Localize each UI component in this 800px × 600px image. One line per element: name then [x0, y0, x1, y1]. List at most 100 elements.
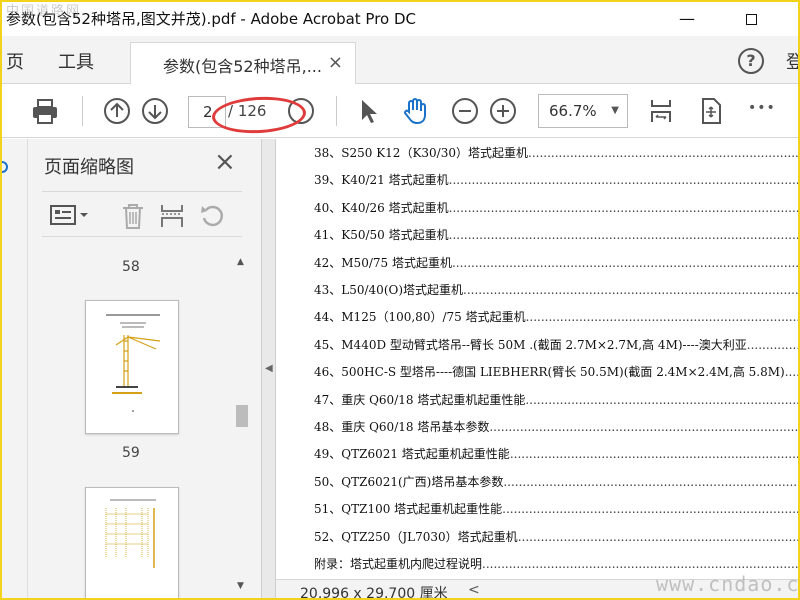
toc-leader: ........................................…	[448, 200, 798, 215]
scroll-down-icon[interactable]: ▼	[237, 581, 244, 591]
toc-entry-text: 38、S250 K12（K30/30）塔式起重机	[314, 146, 528, 160]
toc-leader: ........................................…	[451, 255, 798, 270]
document-view[interactable]: 38、S250 K12（K30/30）塔式起重机................…	[276, 139, 798, 579]
toc-leader: ........................................…	[525, 392, 798, 407]
print-icon[interactable]	[30, 96, 60, 126]
maximize-button[interactable]	[728, 6, 774, 32]
hand-tool-icon[interactable]	[400, 96, 430, 126]
select-arrow-icon[interactable]	[354, 96, 384, 126]
more-options-button[interactable]: •••	[748, 100, 776, 116]
toc-entry-text: 50、QTZ6021(广西)塔吊基本参数	[314, 474, 504, 489]
nav-icon[interactable]	[2, 161, 8, 173]
fit-page-icon[interactable]	[696, 96, 726, 126]
scrollbar-thumb[interactable]	[236, 405, 248, 427]
panel-collapse-bar[interactable]: ◀	[262, 139, 276, 598]
thumbnail-label: 59	[122, 445, 140, 461]
toc-entry[interactable]: 50、QTZ6021(广西)塔吊基本参数....................…	[314, 473, 798, 490]
page-down-icon[interactable]	[140, 96, 170, 126]
toc-leader: ........................................…	[463, 283, 798, 297]
thumbnails-scrollbar[interactable]: ▲ ▼	[234, 253, 250, 593]
extract-pages-icon[interactable]	[158, 202, 186, 230]
rotate-icon[interactable]	[198, 202, 226, 230]
toc-leader: ........................................…	[517, 529, 798, 544]
watermark-bottom: www.cndao.com	[656, 572, 800, 596]
toc-leader: ........................................…	[489, 420, 798, 434]
toolbar-divider	[82, 96, 83, 126]
toc-entry[interactable]: 51、QTZ100 塔式起重机起重性能.....................…	[314, 500, 798, 517]
minimize-button[interactable]: —	[664, 6, 710, 32]
toc-entry[interactable]: 41、K50/50 塔式起重机.........................…	[314, 226, 798, 243]
toc-leader: ........................................…	[502, 502, 798, 517]
toc-entry[interactable]: 38、S250 K12（K30/30）塔式起重机................…	[314, 144, 798, 161]
zoom-out-icon[interactable]	[450, 96, 480, 126]
toc-entry[interactable]: 39、K40/21 塔式起重机.........................…	[314, 171, 798, 188]
toc-entry[interactable]: 42、M50/75 塔式起重机.........................…	[314, 254, 798, 271]
toc-leader: ........................................…	[509, 447, 798, 462]
zoom-value: 66.7%	[549, 102, 597, 120]
document-tab-label: 参数(包含52种塔吊,...	[163, 57, 322, 76]
panel-close-icon[interactable]: ×	[214, 147, 236, 177]
toc-entry[interactable]: 附录：塔式起重机内爬过程说明..........................…	[314, 555, 798, 572]
scroll-up-icon[interactable]: ▲	[237, 257, 244, 267]
thumbnail-options-icon[interactable]	[50, 204, 90, 226]
toc-entry-text: 附录：塔式起重机内爬过程说明	[314, 557, 483, 571]
toc-entry[interactable]: 40、K40/26 塔式起重机.........................…	[314, 199, 798, 216]
toc-leader: ........................................…	[525, 310, 798, 325]
toc-entry-text: 46、500HC-S 型塔吊----德国 LIEBHERR(臂长 50.5M)(…	[314, 365, 785, 380]
zoom-select[interactable]: 66.7% ▼	[538, 94, 628, 128]
toc-entry-text: 43、L50/40(O)塔式起重机	[314, 283, 464, 297]
home-menu[interactable]: 页	[6, 48, 24, 74]
toc-leader: ........................................…	[784, 365, 798, 380]
toc-entry[interactable]: 52、QTZ250（JL7030）塔式起重机..................…	[314, 528, 798, 545]
toc-entry-text: 41、K50/50 塔式起重机	[314, 228, 449, 243]
thumbnail-label: 58	[122, 259, 140, 275]
panel-tools	[42, 191, 242, 237]
menu-bar: 页 工具 参数(包含52种塔吊,... × ? 登	[2, 36, 798, 84]
thumbnail-content	[105, 499, 156, 568]
toc-entry[interactable]: 48、重庆 Q60/18 塔吊基本参数.....................…	[314, 418, 798, 435]
thumbnail-content	[106, 314, 161, 412]
tools-menu[interactable]: 工具	[58, 48, 94, 74]
toc-entry-text: 40、K40/26 塔式起重机	[314, 200, 449, 215]
toolbar: 2 / 126 66.7% ▼ •••	[2, 84, 798, 138]
toc-entry-text: 44、M125（100,80）/75 塔式起重机	[314, 310, 526, 325]
page-up-icon[interactable]	[102, 96, 132, 126]
toc-entry[interactable]: 46、500HC-S 型塔吊----德国 LIEBHERR(臂长 50.5M)(…	[314, 363, 798, 380]
title-bar: 参数(包含52种塔吊,图文并茂).pdf - Adobe Acrobat Pro…	[2, 2, 798, 36]
page-thumbnail[interactable]	[85, 487, 179, 598]
left-nav-strip	[2, 139, 28, 598]
help-icon[interactable]: ?	[738, 48, 764, 74]
page-thumbnail[interactable]	[85, 300, 179, 434]
toc-entry-text: 47、重庆 Q60/18 塔式起重机起重性能	[314, 392, 526, 407]
toc-leader: ........................................…	[503, 474, 798, 489]
toc-leader: ........................................…	[448, 173, 798, 188]
delete-icon[interactable]	[120, 202, 146, 230]
chevron-down-icon: ▼	[611, 105, 619, 116]
toc-entry-text: 51、QTZ100 塔式起重机起重性能	[314, 502, 503, 517]
thumbnails-panel: 页面缩略图 × 58 59 ▲ ▼	[28, 139, 262, 598]
toc-entry-text: 39、K40/21 塔式起重机	[314, 173, 449, 188]
login-link[interactable]: 登	[786, 48, 798, 74]
toc-entry-text: 52、QTZ250（JL7030）塔式起重机	[314, 529, 518, 544]
toc-entry-text: 48、重庆 Q60/18 塔吊基本参数	[314, 420, 490, 434]
toc-leader: ........................................…	[528, 146, 798, 160]
zoom-in-icon[interactable]	[488, 96, 518, 126]
toc-entry[interactable]: 43、L50/40(O)塔式起重机.......................…	[314, 281, 798, 298]
panel-title: 页面缩略图	[44, 157, 134, 178]
watermark-top: 中国道路网	[6, 4, 82, 19]
collapse-arrow-icon[interactable]: ◀	[265, 363, 273, 374]
tab-close-icon[interactable]: ×	[328, 52, 343, 73]
toc-entry[interactable]: 44、M125（100,80）/75 塔式起重机................…	[314, 308, 798, 325]
maximize-icon	[745, 14, 757, 25]
app-window: 参数(包含52种塔吊,图文并茂).pdf - Adobe Acrobat Pro…	[0, 0, 800, 600]
toc-entry[interactable]: 45、M440D 型动臂式塔吊--臂长 50M .(截面 2.7M×2.7M,高…	[314, 336, 798, 353]
toc-entry-text: 49、QTZ6021 塔式起重机起重性能	[314, 447, 510, 462]
document-tab[interactable]: 参数(包含52种塔吊,... ×	[130, 42, 356, 84]
toc-leader: ........................................…	[448, 228, 798, 243]
toc-entry[interactable]: 49、QTZ6021 塔式起重机起重性能....................…	[314, 445, 798, 462]
scroll-mode-icon[interactable]	[646, 96, 676, 126]
toc-entry-text: 45、M440D 型动臂式塔吊--臂长 50M .(截面 2.7M×2.7M,高…	[314, 337, 747, 352]
toolbar-divider	[336, 96, 337, 126]
toc-entry[interactable]: 47、重庆 Q60/18 塔式起重机起重性能..................…	[314, 391, 798, 408]
scroll-left-icon[interactable]: <	[468, 582, 480, 598]
